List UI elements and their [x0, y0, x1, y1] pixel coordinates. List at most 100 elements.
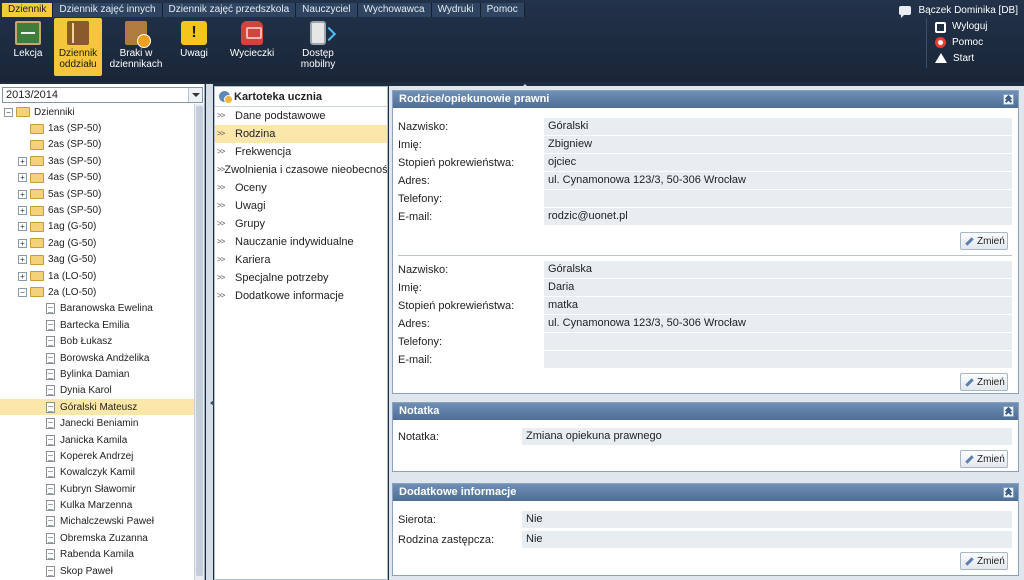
tree-student-item[interactable]: Bob Łukasz [0, 333, 194, 349]
expand-toggle-icon[interactable]: + [18, 206, 27, 216]
tree-class-item[interactable]: +5as (SP-50) [0, 186, 194, 202]
start-link[interactable]: Start [935, 50, 1024, 66]
collapse-icon[interactable] [1003, 406, 1014, 417]
expand-toggle-icon[interactable]: + [18, 189, 27, 199]
tree-class-item[interactable]: +2ag (G-50) [0, 235, 194, 251]
expand-toggle-icon[interactable]: + [18, 156, 27, 166]
edit-parent-2-button[interactable]: Zmień [960, 373, 1008, 391]
wycieczki-button[interactable]: Wycieczki [220, 18, 284, 76]
card-menu-item[interactable]: >> Uwagi [215, 197, 387, 215]
collapse-icon[interactable] [1003, 94, 1014, 105]
menu-tab-wychowawca[interactable]: Wychowawca [357, 3, 432, 17]
tree-class-item[interactable]: 2as (SP-50) [0, 137, 194, 153]
tree-class-item[interactable]: +4as (SP-50) [0, 170, 194, 186]
expand-toggle-icon[interactable]: + [18, 222, 27, 232]
tree-class-item[interactable]: +3ag (G-50) [0, 252, 194, 268]
card-menu-item[interactable]: >> Zwolnienia i czasowe nieobecności [215, 161, 387, 179]
collapse-toggle-icon[interactable]: − [4, 107, 13, 117]
student-record-icon [46, 352, 55, 364]
student-record-icon [46, 319, 55, 331]
tree-student-item[interactable]: Góralski Mateusz [0, 399, 194, 416]
main-menu: Dziennik Dziennik zajęć innych Dziennik … [2, 3, 525, 17]
tree-student-item[interactable]: Kowalczyk Kamil [0, 465, 194, 481]
card-menu-item[interactable]: >> Specjalne potrzeby [215, 269, 387, 287]
expand-toggle-icon[interactable]: + [18, 173, 27, 183]
card-menu-item[interactable]: >> Frekwencja [215, 143, 387, 161]
double-chevron-icon: >> [217, 219, 225, 228]
tree-student-item[interactable]: Kubryn Sławomir [0, 481, 194, 497]
field-value: matka [544, 297, 1012, 314]
tree-student-item[interactable]: Bylinka Damian [0, 366, 194, 382]
tree-student-item[interactable]: Skop Paweł [0, 563, 194, 579]
school-year-select[interactable]: 2013/2014 [2, 87, 203, 103]
mobile-phone-icon [310, 21, 326, 45]
field-label: Stopień pokrewieństwa: [398, 299, 515, 312]
card-menu-label: Nauczanie indywidualne [235, 236, 354, 248]
uwagi-button[interactable]: ! Uwagi [170, 18, 218, 76]
lekcja-button[interactable]: Lekcja [4, 18, 52, 76]
collapse-toggle-icon[interactable]: − [18, 287, 27, 297]
menu-tab-dziennik-zajec-innych[interactable]: Dziennik zajęć innych [53, 3, 163, 17]
uwagi-label: Uwagi [180, 48, 208, 59]
tree-class-item[interactable]: +1a (LO-50) [0, 268, 194, 284]
edit-parent-1-button[interactable]: Zmień [960, 232, 1008, 250]
tree-class-item[interactable]: +3as (SP-50) [0, 153, 194, 169]
tree-student-item[interactable]: Janecki Beniamin [0, 415, 194, 431]
menu-tab-dziennik-zajec-przedszkola[interactable]: Dziennik zajęć przedszkola [162, 3, 297, 17]
tree-student-item[interactable]: Koperek Andrzej [0, 448, 194, 464]
pomoc-link[interactable]: Pomoc [935, 34, 1024, 50]
expand-toggle-icon[interactable]: + [18, 238, 27, 248]
chevron-down-icon[interactable] [188, 88, 202, 102]
card-menu-item[interactable]: >> Kariera [215, 251, 387, 269]
tree-class-item[interactable]: +6as (SP-50) [0, 202, 194, 218]
tree-class-item[interactable]: − 2a (LO-50) [0, 284, 194, 300]
card-menu-item[interactable]: >> Oceny [215, 179, 387, 197]
tree-student-item[interactable]: Janicka Kamila [0, 432, 194, 448]
dziennik-oddzialu-button[interactable]: Dziennik oddziału [54, 18, 102, 76]
field-first-name-1: Imię: Zbigniew [398, 136, 1012, 153]
menu-tab-pomoc[interactable]: Pomoc [480, 3, 525, 17]
tree-student-item[interactable]: Rabenda Kamila [0, 547, 194, 563]
card-menu-item[interactable]: >> Nauczanie indywidualne [215, 233, 387, 251]
braki-button[interactable]: Braki w dziennikach [104, 18, 168, 76]
tree-student-item[interactable]: Dynia Karol [0, 383, 194, 399]
menu-tab-nauczyciel[interactable]: Nauczyciel [296, 3, 358, 17]
panel-splitter[interactable] [206, 84, 214, 580]
edit-extra-button[interactable]: Zmień [960, 552, 1008, 570]
tree-student-item[interactable]: Borowska Andżelika [0, 350, 194, 366]
tree-root[interactable]: − Dzienniki [0, 104, 194, 120]
tree-student-item[interactable]: Baranowska Ewelina [0, 301, 194, 317]
wyloguj-link[interactable]: Wyloguj [935, 18, 1024, 34]
expand-toggle-icon[interactable]: + [18, 271, 27, 281]
collapse-icon[interactable] [1003, 487, 1014, 498]
card-menu-item[interactable]: >> Grupy [215, 215, 387, 233]
double-chevron-icon: >> [217, 129, 225, 138]
tree-scrollbar[interactable] [194, 104, 204, 580]
collapse-grip-icon[interactable] [519, 80, 531, 88]
card-menu-item[interactable]: >> Dane podstawowe [215, 107, 387, 125]
field-label: Notatka: [398, 430, 439, 443]
tree-student-item[interactable]: Obremska Zuzanna [0, 530, 194, 546]
field-value: rodzic@uonet.pl [544, 208, 1012, 225]
student-record-icon [46, 467, 55, 479]
folder-icon [30, 221, 44, 232]
card-menu-label: Frekwencja [235, 146, 292, 158]
menu-tab-wydruki[interactable]: Wydruki [431, 3, 481, 17]
pomoc-label: Pomoc [952, 36, 984, 48]
tree-student-item[interactable]: Michalczewski Paweł [0, 514, 194, 530]
card-menu-item[interactable]: >> Rodzina [215, 125, 387, 143]
card-items: >> Dane podstawowe >> Rodzina >> Frekwencja >>… [215, 107, 387, 305]
tree-student-item[interactable]: Kulka Marzenna [0, 497, 194, 513]
menu-tab-dziennik[interactable]: Dziennik [2, 3, 54, 17]
chat-icon[interactable] [898, 5, 911, 18]
dostep-mobilny-button[interactable]: Dostęp mobilny [286, 18, 350, 76]
tree-student-item[interactable]: Bartecka Emilia [0, 317, 194, 333]
tree-class-item[interactable]: +1ag (G-50) [0, 219, 194, 235]
card-menu-item[interactable]: >> Dodatkowe informacje [215, 287, 387, 305]
edit-note-button[interactable]: Zmień [960, 450, 1008, 468]
scrollbar-thumb[interactable] [196, 106, 203, 576]
field-value: ojciec [544, 154, 1012, 171]
expand-toggle-icon[interactable]: + [18, 255, 27, 265]
tree-class-item[interactable]: 1as (SP-50) [0, 120, 194, 136]
card-menu-label: Grupy [235, 218, 265, 230]
